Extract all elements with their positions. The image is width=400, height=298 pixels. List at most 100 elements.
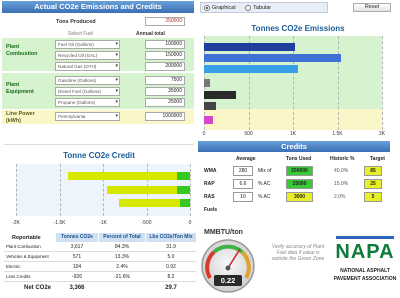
line-power-label: Line Power (kWh) [6, 111, 35, 124]
rap-unit: % AC [258, 181, 271, 187]
ras-historic: 2.0% [334, 194, 346, 200]
gridline [16, 164, 17, 216]
row-tonnes: 104 [72, 264, 82, 270]
credit-bar [118, 199, 180, 207]
fuel-value-2[interactable]: 150000 [145, 51, 185, 60]
ras-average[interactable]: 10 [233, 192, 253, 202]
row-name: Plant Combustion [6, 244, 41, 249]
wma-tons-input[interactable]: 200000 [286, 166, 313, 176]
emissions-chart: Tonnes CO2e Emissions 0 500 1K 1.5K 2K [198, 17, 398, 139]
emission-bar [204, 65, 299, 73]
logo-subtitle-2: PAVEMENT ASSOCIATION [333, 276, 397, 282]
fuel-value-5[interactable]: 35000 [145, 87, 185, 96]
fuel-select-6[interactable]: Propane (Gallons) [55, 98, 120, 107]
wma-unit: Mix of [258, 168, 272, 174]
ras-tons-input[interactable]: 3000 [286, 192, 313, 202]
x-tick-label: -500 [141, 220, 152, 226]
gridline [337, 36, 339, 130]
fuel-value-3[interactable]: 200000 [145, 62, 185, 71]
reset-button[interactable]: Reset [353, 3, 391, 12]
emission-bar [204, 102, 217, 110]
fuel-value-1[interactable]: 100000 [145, 40, 185, 49]
net-tonnes: 3,366 [69, 285, 85, 291]
credit-chart-title: Tonne CO2e Credit [63, 151, 135, 160]
net-row: Net CO2e 3,366 29.7 [4, 283, 196, 294]
ras-target-input[interactable]: 5 [364, 192, 382, 202]
gauge-title: MMBTU/ton [204, 229, 243, 236]
table-row: Electric 104 2.4% 0.92 [4, 263, 196, 272]
tabular-label: Tabular [253, 5, 272, 11]
table-row: Vehicles & Equipment 571 13.3% 5.0 [4, 253, 196, 262]
credit-bar [68, 172, 177, 180]
wma-target-input[interactable]: 85 [364, 166, 382, 176]
credits-tons-header: Tons Used [286, 156, 312, 162]
net-label: Net CO2e [24, 285, 52, 291]
credit-bar-segment [176, 186, 190, 194]
credits-target-header: Target [370, 156, 385, 162]
x-tick-label: 1K [289, 131, 297, 137]
select-fuel-label: Select Fuel [68, 31, 94, 37]
row-name: Less Credits [6, 274, 31, 279]
plant-equipment-label: Plant Equipment [6, 82, 34, 95]
fuel-select-2[interactable]: Recycled Oil (GAL) [55, 51, 120, 60]
row-percent: -21.6% [114, 274, 130, 280]
gridline [59, 164, 61, 216]
row-tonnes: 3,617 [70, 244, 84, 250]
credit-plot-area [16, 164, 191, 216]
graphical-radio[interactable]: Graphical [204, 4, 236, 11]
emission-bar [204, 54, 342, 62]
napa-logo: NAPA NATIONAL ASPHALT PAVEMENT ASSOCIATI… [332, 236, 398, 296]
table-row: Less Credits -926 -21.6% 8.2 [4, 273, 196, 282]
emission-bar [204, 43, 295, 51]
fuel-value-4[interactable]: 7500 [145, 76, 185, 85]
fuel-select-5[interactable]: Diesel Fuel (Gallons) [55, 87, 120, 96]
table-row: Plant Combustion 3,617 84.3% 31.9 [4, 243, 196, 252]
gridline [190, 164, 191, 216]
credit-bar-segment [179, 199, 190, 207]
wma-label: WMA [204, 168, 217, 174]
x-tick-label: 2K [378, 131, 386, 137]
report-header-1: Tonnes CO2e [56, 233, 98, 242]
radio-selected-icon [204, 4, 210, 11]
row-lbs: 8.2 [167, 274, 175, 280]
row-lbs: 0.92 [166, 264, 176, 270]
credits-historic-header: Historic % [330, 156, 355, 162]
tons-produced-label: Tons Produced [56, 19, 96, 25]
emissions-chart-title: Tonnes CO2e Emissions [251, 24, 345, 33]
plant-combustion-label: Plant Combustion [6, 44, 38, 57]
emission-bar [204, 79, 210, 87]
x-tick-label: -1K [99, 220, 107, 226]
rap-average[interactable]: 6.6 [233, 179, 253, 189]
power-region-select[interactable]: Pennsylvania [55, 112, 120, 121]
row-percent: 84.3% [114, 244, 130, 250]
net-lbs: 29.7 [165, 285, 177, 291]
rap-tons-input[interactable]: 25000 [286, 179, 313, 189]
x-tick-label: -1.5K [53, 220, 66, 226]
x-tick-label: 0 [202, 131, 206, 137]
logo-subtitle-1: NATIONAL ASPHALT [340, 268, 390, 274]
credit-chart: Tonne CO2e Credit -2K -1.5K -1K -500 0 [4, 144, 194, 230]
emission-bar [204, 91, 237, 99]
tabular-radio[interactable]: Tabular [245, 4, 272, 11]
fuels-label: Fuels [204, 207, 218, 213]
row-lbs: 31.9 [166, 244, 176, 250]
fuel-select-3[interactable]: Natural Gas (DTH) [55, 62, 120, 71]
fuel-select-1[interactable]: Fuel Oil (Gallons) [55, 40, 120, 49]
rap-target-input[interactable]: 25 [364, 179, 382, 189]
rap-historic: 15.0% [334, 181, 349, 187]
tons-produced-input[interactable]: 250000 [145, 17, 185, 26]
x-tick-label: -2K [12, 220, 20, 226]
credit-bar [107, 186, 177, 194]
credits-average-header: Average [236, 156, 256, 162]
power-value[interactable]: 1000000 [145, 112, 185, 121]
fuel-select-4[interactable]: Gasoline (Gallons) [55, 76, 120, 85]
gauge-value: 0.22 [220, 276, 236, 285]
fuel-value-6[interactable]: 25000 [145, 98, 185, 107]
row-tonnes: 571 [72, 254, 82, 260]
emission-bar [204, 116, 213, 124]
ras-label: RAS [204, 194, 215, 200]
report-table: Reportable Tonnes CO2e Percent of Total … [4, 232, 196, 296]
wma-average[interactable]: 280 [233, 166, 253, 176]
mmbtu-gauge: 0.22 [200, 238, 256, 294]
x-tick-label: 0 [188, 220, 192, 226]
